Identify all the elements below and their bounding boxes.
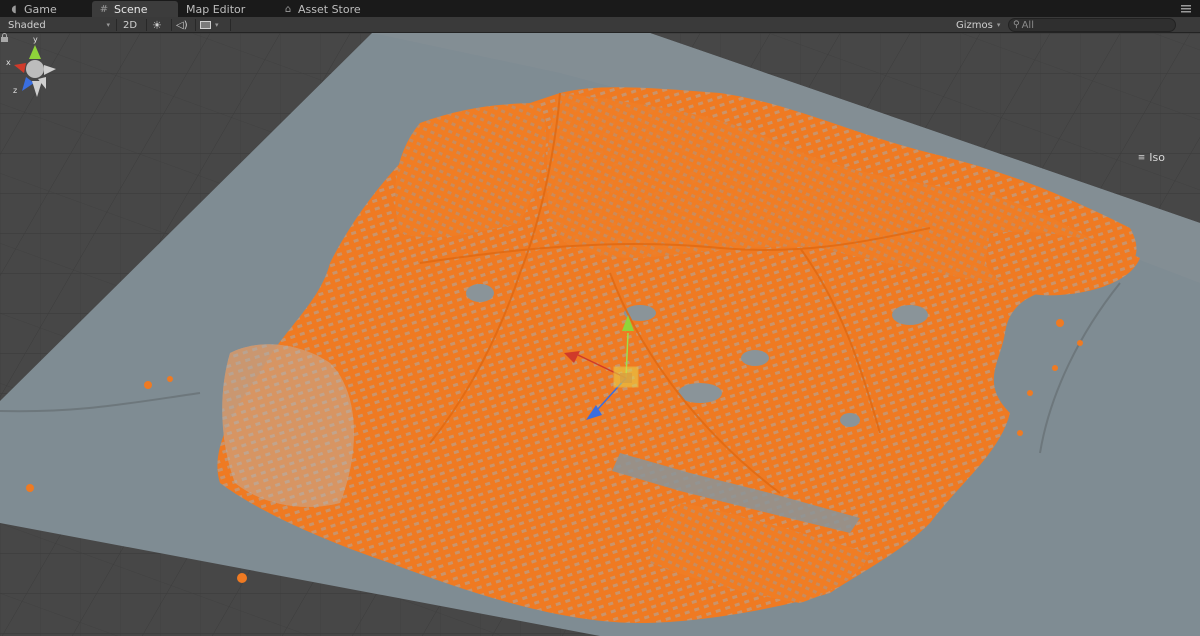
editor-tab-strip: ◖ Game # Scene Map Editor ⌂ Asset Store xyxy=(0,0,1200,17)
search-input[interactable]: ⚲ All xyxy=(1008,18,1176,32)
image-icon xyxy=(200,21,211,29)
sun-icon: ☀ xyxy=(152,18,162,32)
tab-label: Scene xyxy=(114,2,148,16)
shading-mode-dropdown[interactable]: Shaded ▾ xyxy=(8,18,112,32)
dropdown-arrow-icon: ▾ xyxy=(106,21,110,29)
speaker-icon: ◁) xyxy=(176,19,188,31)
tab-label: Asset Store xyxy=(298,2,361,16)
scene-viewport[interactable]: y x z ≡ Iso xyxy=(0,33,1200,636)
tab-label: Game xyxy=(24,2,57,16)
lock-icon: ⌂ xyxy=(284,3,292,15)
gizmos-label: Gizmos xyxy=(956,19,993,31)
orientation-gizmo[interactable]: y x z xyxy=(0,33,70,103)
scene-toolbar: Shaded ▾ 2D ☀ ◁) ▾ Gizmos ▾ ⚲ All xyxy=(0,17,1200,33)
list-icon: ≡ xyxy=(1137,152,1146,163)
tab-map-editor[interactable]: Map Editor xyxy=(180,1,272,17)
toolbar-divider xyxy=(116,19,117,31)
grid-icon: # xyxy=(99,3,109,15)
search-icon: ⚲ xyxy=(1013,20,1020,30)
gizmos-dropdown[interactable]: Gizmos ▾ xyxy=(956,18,1002,32)
axis-z-label: z xyxy=(13,86,17,95)
panel-menu-icon[interactable] xyxy=(1180,2,1192,14)
toggle-2d-label: 2D xyxy=(123,19,138,31)
toolbar-divider xyxy=(230,19,231,31)
axis-y-label: y xyxy=(33,35,38,44)
scene-effects-dropdown[interactable]: ▾ xyxy=(200,18,226,32)
scene-lighting-toggle[interactable]: ☀ xyxy=(152,18,168,32)
search-field-value: All xyxy=(1021,19,1034,31)
scene-render xyxy=(0,33,1200,636)
dropdown-arrow-icon: ▾ xyxy=(215,21,219,29)
tab-asset-store[interactable]: ⌂ Asset Store xyxy=(276,1,372,17)
projection-label: Iso xyxy=(1149,151,1165,164)
toolbar-divider xyxy=(146,19,147,31)
toolbar-divider xyxy=(195,19,196,31)
dropdown-arrow-icon: ▾ xyxy=(996,21,1001,29)
tab-label: Map Editor xyxy=(186,2,246,16)
toolbar-divider xyxy=(171,19,172,31)
axis-x-label: x xyxy=(6,58,11,67)
pacman-icon: ◖ xyxy=(11,3,17,15)
tab-game[interactable]: ◖ Game xyxy=(2,1,88,17)
projection-toggle[interactable]: ≡ Iso xyxy=(1138,151,1165,164)
tab-scene[interactable]: # Scene xyxy=(92,1,178,17)
scene-audio-toggle[interactable]: ◁) xyxy=(176,18,192,32)
lock-icon[interactable] xyxy=(0,33,9,42)
toggle-2d-button[interactable]: 2D xyxy=(123,18,143,32)
shading-mode-label: Shaded xyxy=(8,19,46,31)
